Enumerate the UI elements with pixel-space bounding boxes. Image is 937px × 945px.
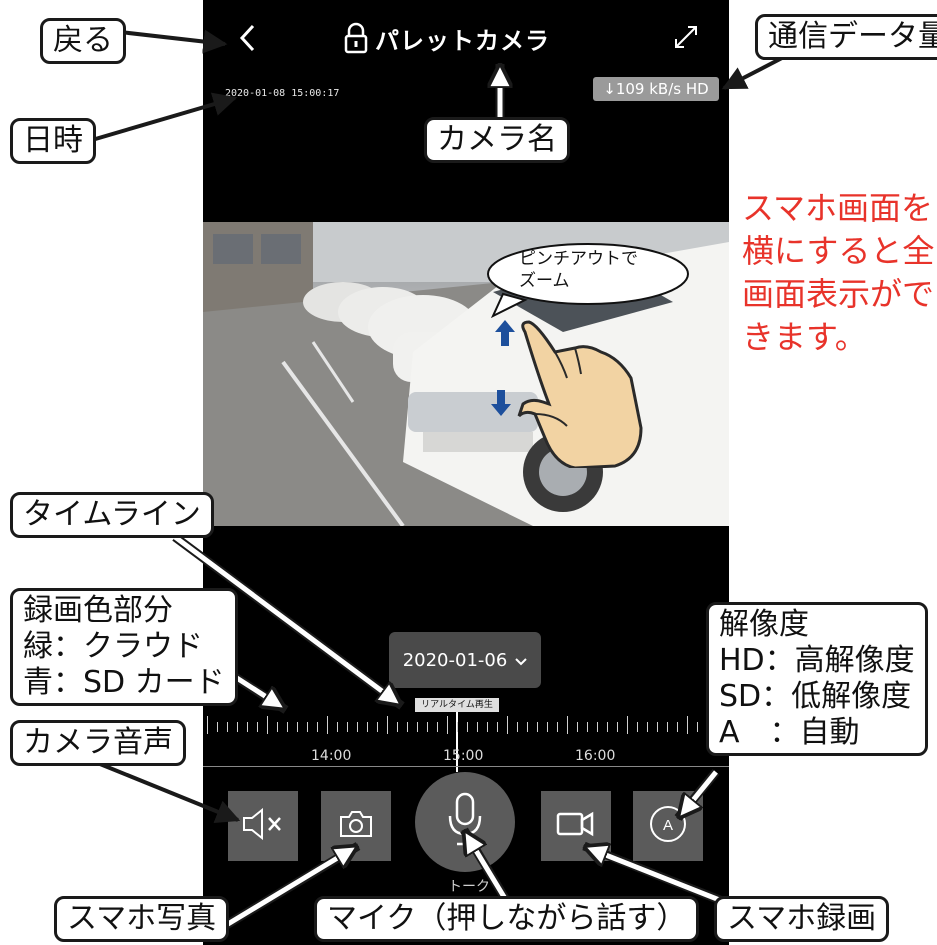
timeline-tick	[317, 722, 318, 732]
speaker-muted-icon	[242, 807, 284, 844]
resolution-button[interactable]: A	[633, 791, 703, 861]
back-icon[interactable]	[233, 20, 263, 56]
timeline-tick	[207, 716, 208, 734]
camera-icon	[338, 809, 374, 843]
camera-name: パレットカメラ	[375, 26, 550, 55]
realtime-marker: リアルタイム再生	[415, 698, 499, 712]
datetime-overlay: 2020-01-08 15:00:17	[225, 88, 340, 99]
microphone-icon	[445, 792, 485, 852]
timeline-ruler[interactable]	[203, 716, 729, 740]
timeline-tick	[297, 722, 298, 732]
time-label: 15:00	[443, 748, 484, 764]
timeline-tick	[557, 722, 558, 732]
timeline-tick	[417, 722, 418, 732]
timeline-tick	[487, 722, 488, 732]
timeline-tick	[677, 722, 678, 732]
timeline-baseline	[203, 766, 729, 767]
mute-button[interactable]	[228, 791, 298, 861]
auto-resolution-icon: A	[648, 804, 688, 848]
snapshot-button[interactable]	[321, 791, 391, 861]
timeline-tick	[457, 722, 458, 732]
timeline-tick	[237, 722, 238, 732]
timeline-tick	[667, 722, 668, 732]
callout-camera-name: カメラ名	[424, 117, 570, 163]
timeline-tick	[217, 722, 218, 732]
lock-icon	[343, 22, 369, 54]
timeline-tick	[437, 722, 438, 732]
timeline-tick	[227, 722, 228, 732]
camera-video-feed[interactable]: ピンチアウトで ズーム	[203, 222, 729, 526]
arrow-up-icon	[495, 320, 515, 350]
time-label: 14:00	[311, 748, 352, 764]
callout-back: 戻る	[40, 18, 126, 64]
arrow-down-icon	[491, 390, 511, 420]
timeline-tick	[637, 722, 638, 732]
timeline-tick	[357, 722, 358, 732]
timeline-tick	[377, 722, 378, 732]
timeline-tick	[387, 716, 388, 734]
timeline-tick	[307, 722, 308, 732]
callout-data-usage: 通信データ量	[755, 14, 937, 60]
svg-text:A: A	[663, 817, 673, 834]
timeline-tick	[607, 722, 608, 732]
timeline-tick	[327, 716, 328, 734]
callout-timeline: タイムライン	[10, 492, 214, 538]
pinch-zoom-bubble: ピンチアウトで ズーム	[485, 242, 691, 319]
talk-button[interactable]	[415, 772, 515, 872]
timeline-tick	[247, 722, 248, 732]
timeline-tick	[287, 722, 288, 732]
fullscreen-icon[interactable]	[673, 24, 699, 50]
timeline-tick	[687, 716, 688, 734]
talk-label: トーク	[448, 879, 490, 895]
landscape-note: スマホ画面を 横にすると全 画面表示がで きます。	[742, 189, 935, 356]
time-label: 16:00	[575, 748, 616, 764]
callout-mic: マイク（押しながら話す）	[314, 896, 700, 942]
callout-record-color: 録画色部分 緑：クラウド 青：SD カード	[10, 588, 238, 706]
record-button[interactable]	[541, 791, 611, 861]
date-selector-label: 2020-01-06	[402, 649, 508, 671]
timeline-tick	[367, 722, 368, 732]
timeline-tick	[597, 722, 598, 732]
camera-title: パレットカメラ	[343, 18, 550, 58]
timeline-tick	[477, 722, 478, 732]
timeline-tick	[617, 722, 618, 732]
timeline-tick	[697, 722, 698, 732]
timeline-tick	[497, 722, 498, 732]
date-selector[interactable]: 2020-01-06	[389, 632, 541, 688]
video-camera-icon	[556, 810, 596, 842]
timeline-tick	[647, 722, 648, 732]
data-rate-badge: ↓109 kB/s HD	[593, 77, 719, 101]
timeline-tick	[257, 722, 258, 732]
bubble-text: ピンチアウトで ズーム	[519, 249, 638, 291]
callout-phone-photo: スマホ写真	[54, 896, 230, 942]
timeline-tick	[277, 722, 278, 732]
timeline-tick	[427, 722, 428, 732]
callout-camera-audio: カメラ音声	[10, 720, 186, 766]
timeline-tick	[627, 716, 628, 734]
timeline-tick	[447, 716, 448, 734]
callout-datetime: 日時	[10, 118, 96, 164]
timeline-tick	[587, 722, 588, 732]
timeline-tick	[517, 722, 518, 732]
callout-resolution: 解像度 HD：高解像度 SD：低解像度 A ：自動	[706, 602, 928, 756]
timeline-tick	[407, 722, 408, 732]
timeline-tick	[467, 722, 468, 732]
chevron-down-icon	[515, 651, 528, 670]
timeline-tick	[507, 716, 508, 734]
timeline-tick	[657, 722, 658, 732]
timeline-tick	[397, 722, 398, 732]
timeline-tick	[547, 722, 548, 732]
pinch-hand-icon	[515, 318, 645, 472]
callout-phone-record: スマホ録画	[714, 896, 890, 942]
timeline-tick	[537, 722, 538, 732]
timeline-tick	[267, 716, 268, 734]
timeline-tick	[337, 722, 338, 732]
timeline-tick	[567, 716, 568, 734]
timeline-tick	[577, 722, 578, 732]
timeline-tick	[527, 722, 528, 732]
timeline-tick	[347, 722, 348, 732]
